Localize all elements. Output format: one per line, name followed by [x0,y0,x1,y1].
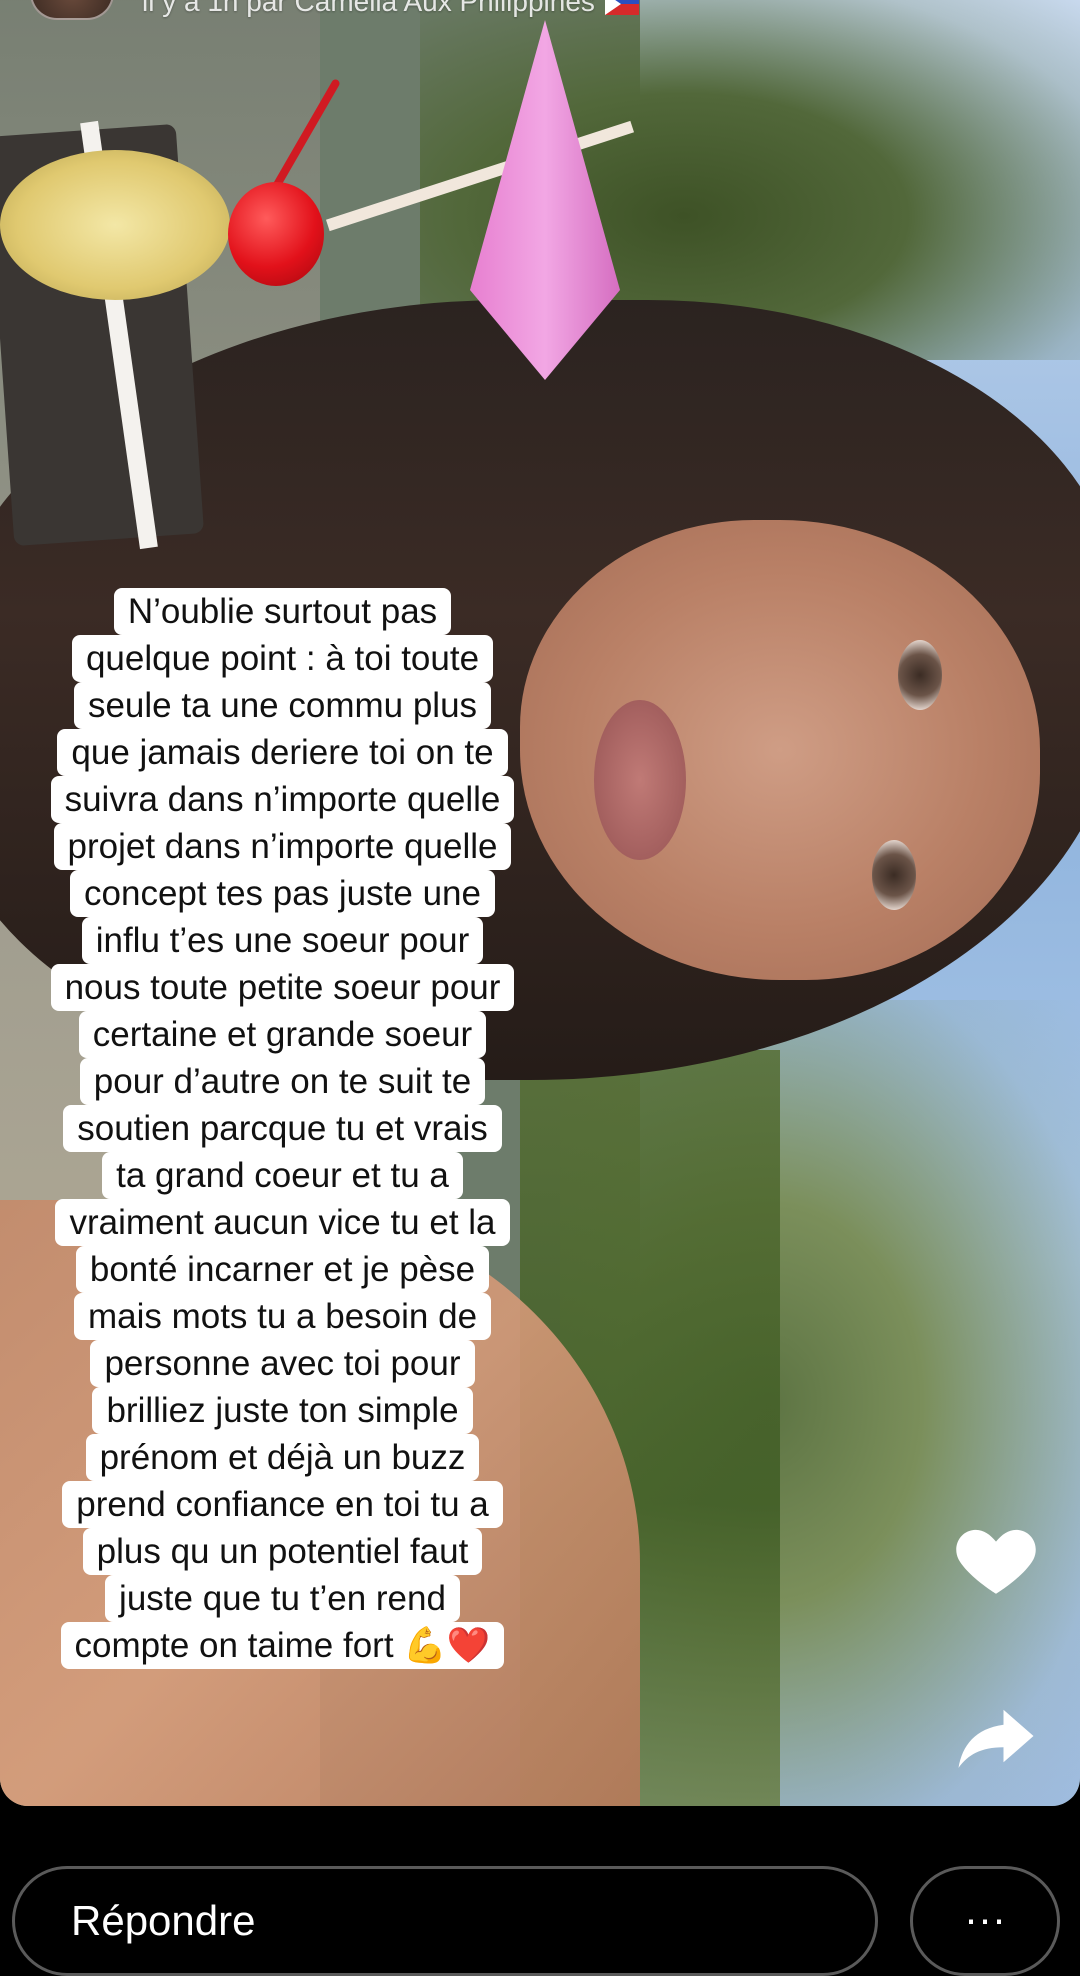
caption-line: mais mots tu a besoin de [10,1293,555,1340]
caption-line: nous toute petite soeur pour [10,964,555,1011]
like-button[interactable] [948,1512,1044,1608]
share-button[interactable] [948,1688,1044,1784]
reply-bar: Répondre ··· [0,1806,1080,1976]
avatar[interactable] [30,0,114,20]
heart-icon [956,1529,1036,1594]
caption-line-text: ta grand coeur et tu a [102,1152,463,1199]
caption-line-text: que jamais deriere toi on te [57,729,508,776]
caption-line-text: plus qu un potentiel faut [82,1528,483,1575]
caption-line-text: seule ta une commu plus [73,682,492,729]
caption-line-text: nous toute petite soeur pour [50,964,515,1011]
pineapple-slice [0,150,230,300]
caption-line: pour d’autre on te suit te [10,1058,555,1105]
lips-area [594,700,686,860]
caption-line: certaine et grande soeur [10,1011,555,1058]
caption-line: plus qu un potentiel faut [10,1528,555,1575]
caption-line-text: pour d’autre on te suit te [79,1058,486,1105]
story-view[interactable]: il y a 1h par Camelia Aux Philippines N’… [0,0,1080,1806]
caption-line-text: N’oublie surtout pas [113,588,452,635]
caption-line: prend confiance en toi tu a [10,1481,555,1528]
caption-line: influ t’es une soeur pour [10,917,555,964]
caption-line-text: projet dans n’importe quelle [53,823,512,870]
caption-line: personne avec toi pour [10,1340,555,1387]
caption-line: suivra dans n’importe quelle [10,776,555,823]
caption-line-text: suivra dans n’importe quelle [50,776,515,823]
caption-line-text: personne avec toi pour [90,1340,475,1387]
caption-line: concept tes pas juste une [10,870,555,917]
more-options-button[interactable]: ··· [910,1866,1060,1976]
caption-line-text: juste que tu t’en rend [105,1575,460,1622]
caption-line: brilliez juste ton simple [10,1387,555,1434]
story-caption: N’oublie surtout pas quelque point : à to… [10,588,555,1669]
story-meta: il y a 1h par Camelia Aux Philippines [142,0,639,18]
eye-area [872,840,916,910]
caption-line: vraiment aucun vice tu et la [10,1199,555,1246]
caption-line-text: quelque point : à toi toute [71,635,494,682]
cherry [228,182,324,286]
caption-line: projet dans n’importe quelle [10,823,555,870]
caption-line: N’oublie surtout pas [10,588,555,635]
story-meta-text: il y a 1h par Camelia Aux Philippines [142,0,595,17]
caption-line: que jamais deriere toi on te [10,729,555,776]
caption-line: seule ta une commu plus [10,682,555,729]
caption-line-text: brilliez juste ton simple [92,1387,473,1434]
caption-line-text: bonté incarner et je pèse [75,1246,490,1293]
share-arrow-icon [958,1709,1034,1768]
caption-line: ta grand coeur et tu a [10,1152,555,1199]
eye-area [898,640,942,710]
caption-line-text: influ t’es une soeur pour [81,917,484,964]
caption-line: compte on taime fort 💪❤️ [10,1622,555,1669]
caption-line-text: mais mots tu a besoin de [73,1293,492,1340]
caption-line: prénom et déjà un buzz [10,1434,555,1481]
caption-line: quelque point : à toi toute [10,635,555,682]
story-header: il y a 1h par Camelia Aux Philippines [0,0,1080,34]
reply-input[interactable]: Répondre [12,1866,878,1976]
caption-line-text: prend confiance en toi tu a [62,1481,503,1528]
caption-line-text: compte on taime fort 💪❤️ [60,1622,505,1669]
caption-line-text: soutien parcque tu et vrais [63,1105,502,1152]
caption-line-text: certaine et grande soeur [78,1011,487,1058]
philippines-flag-icon [604,0,639,15]
caption-line-text: vraiment aucun vice tu et la [55,1199,510,1246]
caption-line: bonté incarner et je pèse [10,1246,555,1293]
caption-line-text: prénom et déjà un buzz [85,1434,480,1481]
caption-line-text: concept tes pas juste une [70,870,495,917]
caption-line: juste que tu t’en rend [10,1575,555,1622]
caption-line: soutien parcque tu et vrais [10,1105,555,1152]
